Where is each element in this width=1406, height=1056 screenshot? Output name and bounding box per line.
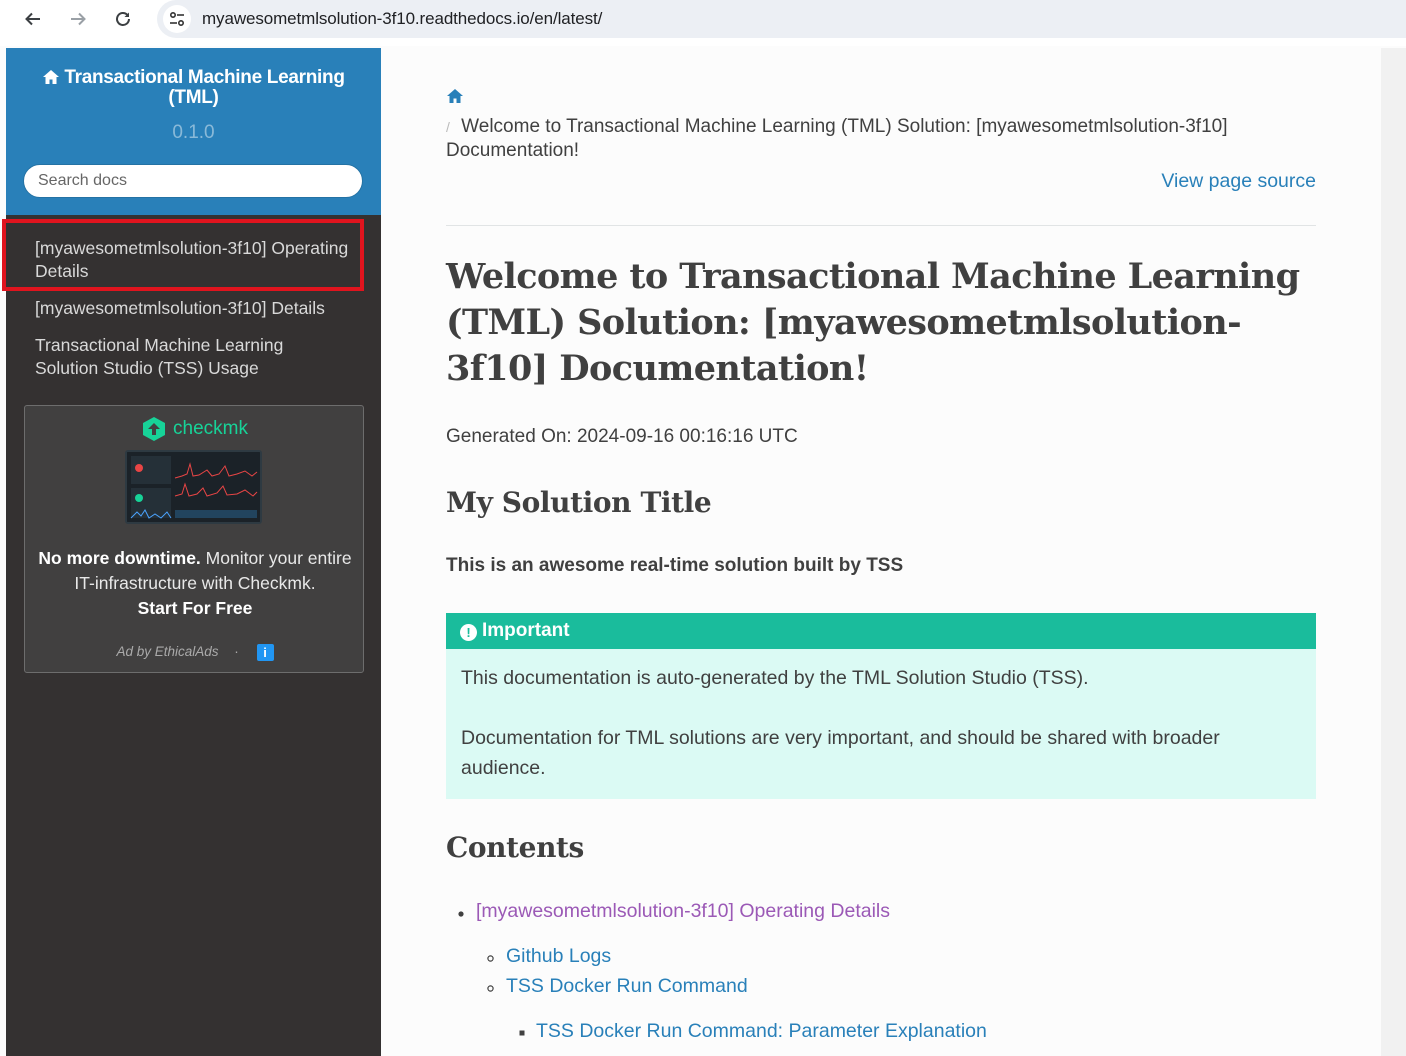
toc-item-operating-details[interactable]: [myawesometmlsolution-3f10] Operating De…	[476, 900, 890, 923]
checkmk-logo[interactable]: checkmk	[141, 416, 248, 442]
breadcrumb-current: Welcome to Transactional Machine Learnin…	[446, 116, 1228, 161]
sidebar-item-details[interactable]: [myawesometmlsolution-3f10] Details	[35, 297, 355, 320]
checkmk-icon	[143, 417, 165, 441]
ad-attribution: Ad by EthicalAds · i	[25, 644, 365, 661]
forward-button[interactable]	[63, 5, 93, 33]
url-text[interactable]: myawesometmlsolution-3f10.readthedocs.io…	[202, 9, 602, 29]
ad-dashboard-image[interactable]	[125, 450, 262, 524]
generated-on-text: Generated On: 2024-09-16 00:16:16 UTC	[446, 426, 798, 447]
toc-item-github-logs[interactable]: Github Logs	[506, 945, 611, 968]
ad-separator: ·	[234, 644, 239, 660]
project-title-link[interactable]: Transactional Machine Learning (TML)	[36, 68, 351, 108]
admonition-title: ! Important	[446, 613, 1316, 649]
exclamation-icon: !	[460, 624, 477, 641]
ad-block[interactable]: checkmk No more downtime. Monitor your e…	[24, 405, 364, 673]
admonition-paragraph-1: This documentation is auto-generated by …	[461, 667, 1089, 689]
toc-bullet	[458, 911, 464, 917]
breadcrumb-home-icon[interactable]	[446, 88, 464, 109]
view-page-source-link[interactable]: View page source	[1161, 170, 1316, 193]
toc-bullet	[519, 1030, 525, 1036]
version-label: 0.1.0	[172, 122, 215, 143]
breadcrumb-separator: /	[446, 119, 450, 135]
section-title: My Solution Title	[446, 486, 712, 519]
contents-title: Contents	[446, 831, 584, 864]
toc-bullet	[487, 955, 494, 962]
toc-bullet	[487, 985, 494, 992]
sidebar-item-tss-usage[interactable]: Transactional Machine Learning Solution …	[35, 334, 315, 380]
sidebar-item-operating-details[interactable]: [myawesometmlsolution-3f10] Operating De…	[35, 237, 355, 283]
ad-brand: checkmk	[173, 418, 248, 439]
browser-toolbar: myawesometmlsolution-3f10.readthedocs.io…	[0, 0, 1406, 46]
toc-item-docker-run-command[interactable]: TSS Docker Run Command	[506, 975, 748, 998]
project-title: Transactional Machine Learning (TML)	[64, 67, 345, 108]
site-info-icon[interactable]	[163, 5, 191, 33]
reload-icon	[116, 12, 130, 26]
search-input[interactable]	[23, 164, 363, 198]
important-admonition: ! Important This documentation is auto-ge…	[446, 613, 1316, 799]
address-bar[interactable]: myawesometmlsolution-3f10.readthedocs.io…	[157, 0, 1406, 38]
ad-headline: No more downtime.	[38, 548, 201, 568]
sidebar: Transactional Machine Learning (TML) 0.1…	[2, 48, 381, 1056]
back-arrow-icon	[25, 12, 40, 26]
sidebar-header: Transactional Machine Learning (TML) 0.1…	[6, 48, 381, 215]
ad-text[interactable]: No more downtime. Monitor your entire IT…	[35, 546, 355, 621]
ad-cta[interactable]: Start For Free	[138, 598, 253, 618]
solution-subtitle: This is an awesome real-time solution bu…	[446, 555, 904, 576]
reload-button[interactable]	[108, 5, 138, 33]
info-icon[interactable]: i	[256, 644, 274, 661]
forward-arrow-icon	[71, 12, 86, 26]
home-icon	[43, 70, 60, 84]
divider	[446, 225, 1316, 226]
breadcrumb: / Welcome to Transactional Machine Learn…	[446, 115, 1316, 163]
page-title: Welcome to Transactional Machine Learnin…	[446, 256, 1300, 389]
page-scrollbar[interactable]	[1381, 48, 1406, 1056]
ad-attribution-text[interactable]: Ad by EthicalAds	[116, 644, 218, 659]
admonition-title-text: Important	[482, 620, 570, 641]
back-button[interactable]	[18, 5, 48, 33]
admonition-paragraph-2: Documentation for TML solutions are very…	[461, 727, 1220, 779]
toc-item-parameter-explanation[interactable]: TSS Docker Run Command: Parameter Explan…	[536, 1020, 987, 1043]
